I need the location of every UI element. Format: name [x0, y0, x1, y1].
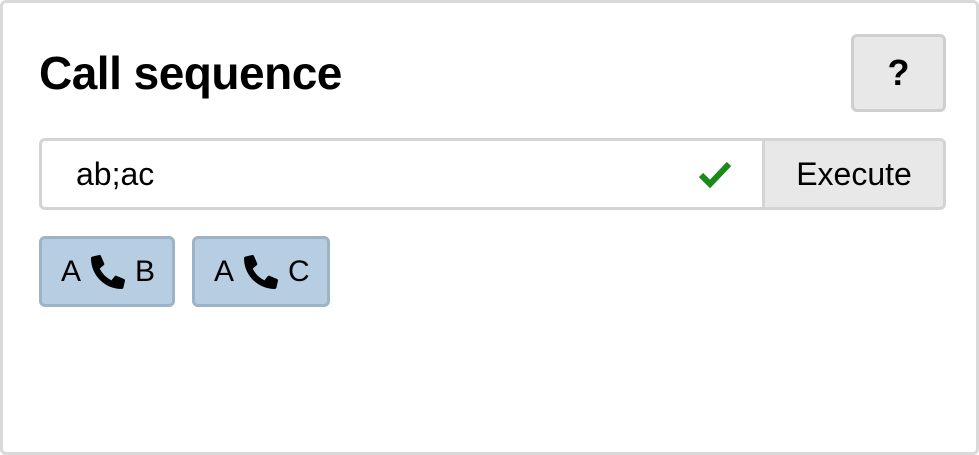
- call-list: A B A C: [39, 236, 330, 307]
- panel-title: Call sequence: [39, 47, 342, 99]
- call-chip[interactable]: A B: [39, 236, 176, 307]
- call-from: A: [214, 254, 235, 288]
- check-icon: [698, 161, 732, 188]
- call-chip[interactable]: A C: [192, 236, 330, 307]
- sequence-input[interactable]: [42, 141, 762, 207]
- phone-icon: [91, 254, 126, 289]
- call-to: B: [135, 254, 156, 288]
- call-sequence-panel: Call sequence ? Execute A B A C: [0, 0, 979, 455]
- help-button[interactable]: ?: [851, 34, 946, 112]
- call-from: A: [61, 254, 82, 288]
- sequence-input-group: Execute: [39, 138, 946, 210]
- execute-button[interactable]: Execute: [762, 141, 943, 207]
- sequence-field: [42, 141, 762, 207]
- phone-icon: [244, 254, 279, 289]
- call-to: C: [288, 254, 310, 288]
